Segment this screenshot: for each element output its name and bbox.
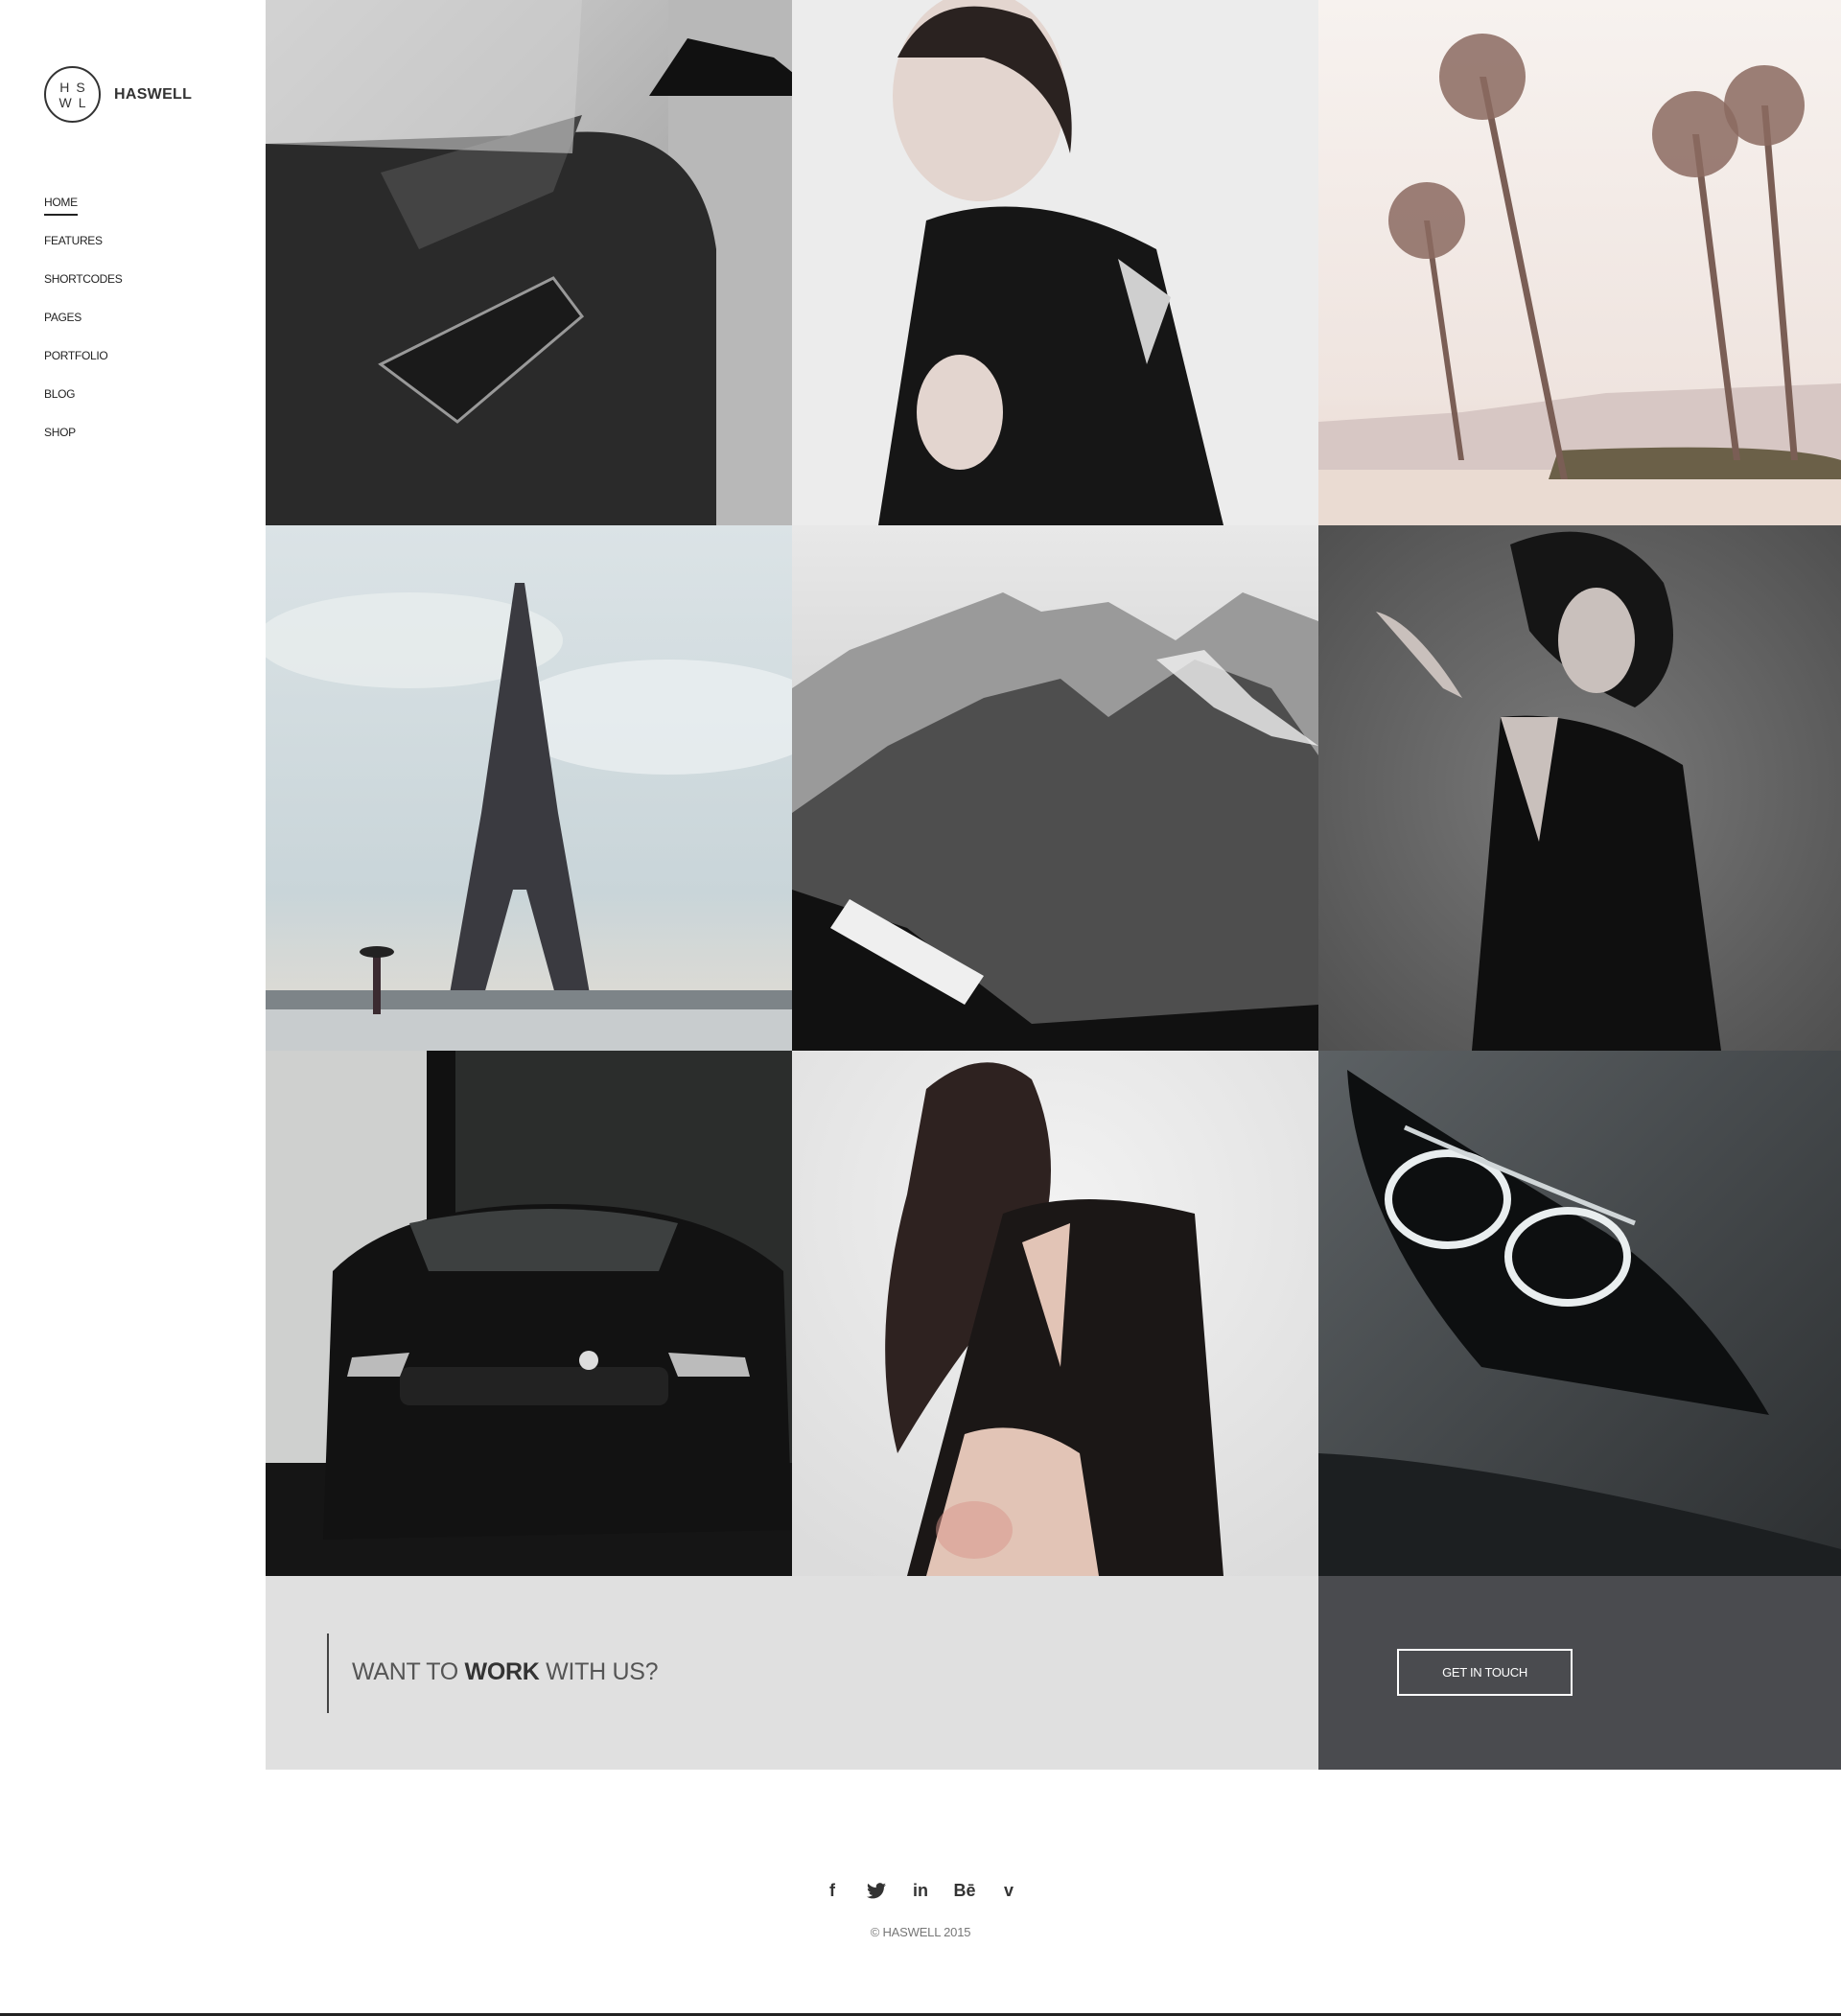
cta-text-bold: WORK bbox=[464, 1658, 540, 1685]
sidebar: HS WL HASWELL HOME FEATURES SHORTCODES P… bbox=[0, 0, 266, 1770]
twitter-icon[interactable] bbox=[863, 1877, 890, 1904]
nav-item-shortcodes: SHORTCODES bbox=[44, 270, 123, 309]
nav-link-shop[interactable]: SHOP bbox=[44, 426, 76, 444]
cta-band: WANT TO WORK WITH US? GET IN TOUCH bbox=[266, 1576, 1841, 1770]
car-headlight-image bbox=[1318, 1051, 1841, 1576]
cta-button-panel: GET IN TOUCH bbox=[1318, 1576, 1841, 1770]
woman-long-hair-image bbox=[792, 1051, 1318, 1576]
vimeo-icon[interactable]: v bbox=[995, 1877, 1022, 1904]
woman-portrait-image bbox=[792, 0, 1318, 525]
twitter-bird-icon bbox=[867, 1882, 886, 1898]
logo-letters-bottom: WL bbox=[58, 94, 93, 110]
behance-icon[interactable]: Bē bbox=[951, 1877, 978, 1904]
nav-link-home[interactable]: HOME bbox=[44, 196, 78, 216]
facebook-icon[interactable]: f bbox=[819, 1877, 846, 1904]
cta-text-after: WITH US? bbox=[546, 1658, 659, 1685]
nav-item-features: FEATURES bbox=[44, 232, 122, 270]
nav-link-features[interactable]: FEATURES bbox=[44, 234, 103, 252]
cta-accent-bar bbox=[327, 1634, 329, 1713]
logo-mark: HS WL bbox=[44, 66, 101, 123]
portfolio-item-black-car[interactable] bbox=[266, 1051, 792, 1576]
nav-link-shortcodes[interactable]: SHORTCODES bbox=[44, 272, 123, 290]
social-links: f in Bē v bbox=[0, 1877, 1841, 1904]
nav-item-pages: PAGES bbox=[44, 309, 122, 347]
portfolio-item-woman-portrait[interactable] bbox=[792, 0, 1318, 525]
portfolio-item-car-side[interactable] bbox=[266, 0, 792, 525]
portfolio-item-car-headlight[interactable] bbox=[1318, 1051, 1841, 1576]
portfolio-grid bbox=[266, 0, 1841, 1576]
cta-headline: WANT TO WORK WITH US? bbox=[352, 1658, 659, 1686]
footer: f in Bē v © HASWELL 2015 bbox=[0, 1770, 1841, 2016]
linkedin-icon[interactable]: in bbox=[907, 1877, 934, 1904]
nav-item-blog: BLOG bbox=[44, 385, 122, 424]
woman-black-dress-image bbox=[1318, 525, 1841, 1051]
portfolio-item-woman-black-dress[interactable] bbox=[1318, 525, 1841, 1051]
nav-link-portfolio[interactable]: PORTFOLIO bbox=[44, 349, 108, 367]
portfolio-item-mountains[interactable] bbox=[792, 525, 1318, 1051]
black-car-image bbox=[266, 1051, 792, 1576]
copyright: © HASWELL 2015 bbox=[870, 1925, 971, 1939]
mountains-image bbox=[792, 525, 1318, 1051]
portfolio-item-eiffel-tower[interactable] bbox=[266, 525, 792, 1051]
nav-link-blog[interactable]: BLOG bbox=[44, 387, 75, 406]
nav-link-pages[interactable]: PAGES bbox=[44, 311, 82, 329]
car-side-image bbox=[266, 0, 792, 525]
main-nav: HOME FEATURES SHORTCODES PAGES PORTFOLIO… bbox=[44, 194, 123, 462]
brand-name: HASWELL bbox=[114, 85, 193, 103]
cta-text-before: WANT TO bbox=[352, 1658, 458, 1685]
get-in-touch-button[interactable]: GET IN TOUCH bbox=[1397, 1649, 1573, 1696]
portfolio-item-palm-trees[interactable] bbox=[1318, 0, 1841, 525]
portfolio-item-woman-long-hair[interactable] bbox=[792, 1051, 1318, 1576]
cta-message-panel: WANT TO WORK WITH US? bbox=[266, 1576, 1318, 1770]
eiffel-tower-image bbox=[266, 525, 792, 1051]
nav-item-shop: SHOP bbox=[44, 424, 122, 462]
nav-item-portfolio: PORTFOLIO bbox=[44, 347, 122, 385]
palm-trees-image bbox=[1318, 0, 1841, 525]
logo-letters-top: HS bbox=[59, 79, 92, 95]
nav-item-home: HOME bbox=[44, 194, 122, 232]
logo[interactable]: HS WL HASWELL bbox=[44, 66, 192, 123]
